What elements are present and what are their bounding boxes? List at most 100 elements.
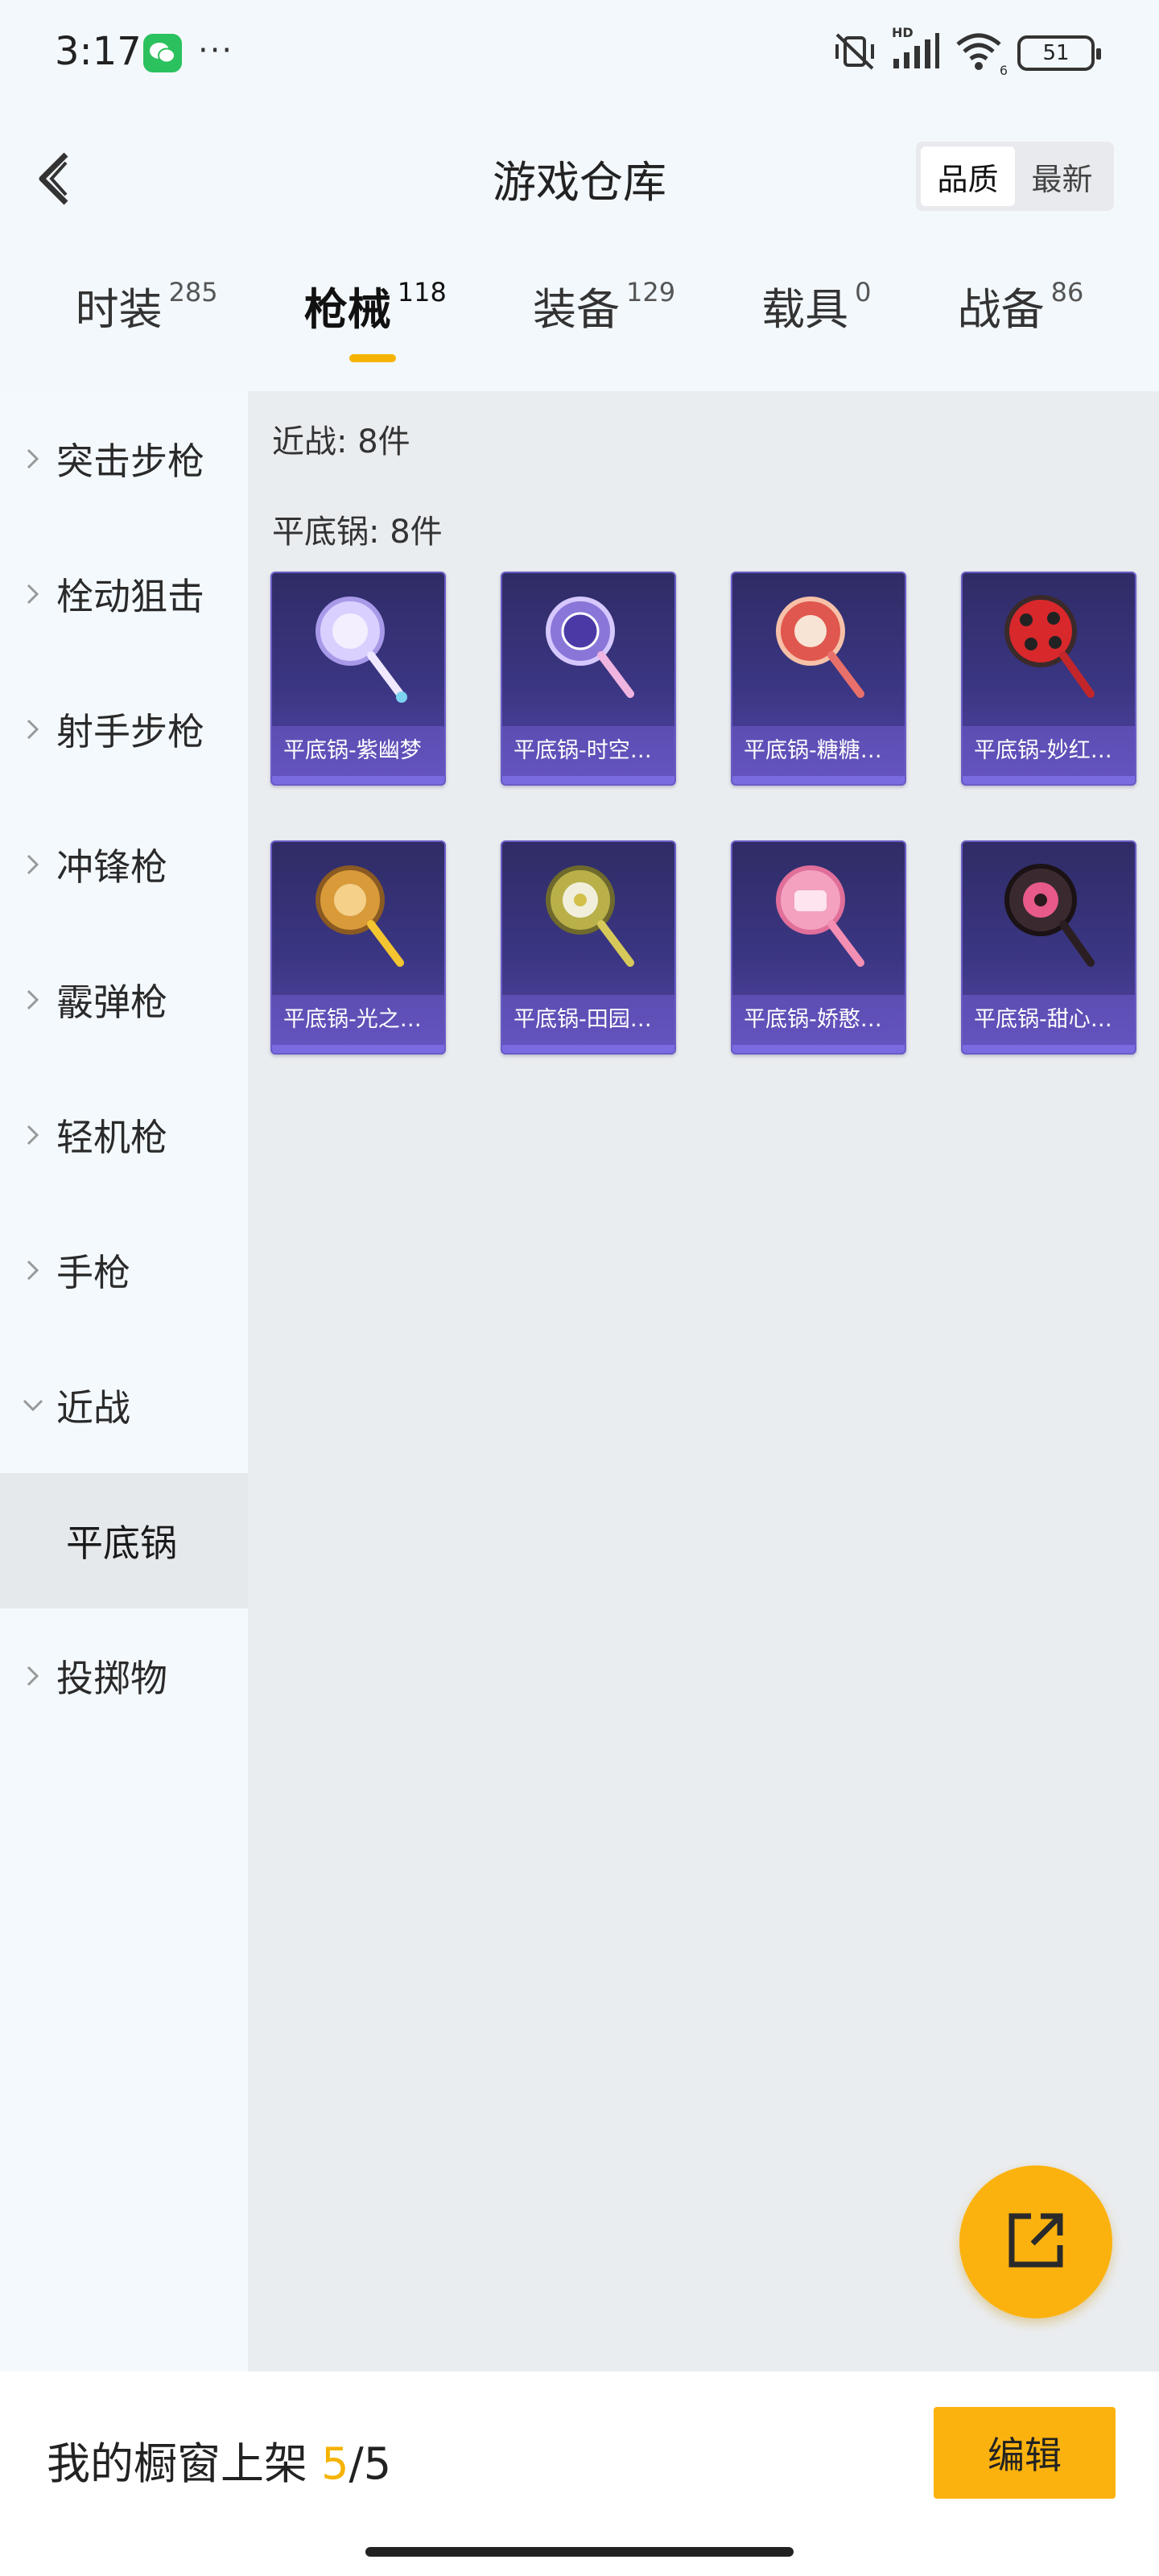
sidebar-subitem-frying-pan[interactable]: 平底锅 bbox=[0, 1473, 248, 1608]
chevron-right-icon bbox=[21, 717, 45, 741]
chevron-right-icon bbox=[21, 1258, 45, 1282]
subcategory-count-label: 平底锅: 8件 bbox=[272, 514, 443, 551]
showcase-current-count: 5 bbox=[321, 2438, 349, 2489]
tab-label: 装备 bbox=[532, 284, 620, 335]
card-rarity-bar bbox=[732, 1045, 905, 1053]
sidebar-item-melee[interactable]: 近战 bbox=[0, 1338, 248, 1473]
sidebar-item-lmg[interactable]: 轻机枪 bbox=[0, 1067, 248, 1203]
chevron-down-icon bbox=[21, 1398, 45, 1413]
wifi-sub-label: 6 bbox=[999, 63, 1008, 78]
sidebar-item-label: 突击步枪 bbox=[56, 440, 204, 483]
sidebar-item-label: 近战 bbox=[56, 1386, 130, 1430]
item-card[interactable]: 平底锅-甜心… bbox=[961, 840, 1136, 1055]
showcase-status: 我的橱窗上架 5/5 bbox=[47, 2428, 391, 2491]
sidebar-item-assault-rifle[interactable]: 突击步枪 bbox=[0, 391, 248, 526]
edit-button[interactable]: 编辑 bbox=[934, 2407, 1116, 2499]
chevron-right-icon bbox=[21, 582, 45, 606]
sort-toggle: 品质 最新 bbox=[916, 142, 1114, 211]
header: 游戏仓库 品质 最新 bbox=[0, 129, 1159, 225]
share-fab-button[interactable] bbox=[959, 2165, 1112, 2318]
external-link-icon bbox=[1004, 2208, 1068, 2276]
tab-label: 时装 bbox=[75, 284, 163, 335]
sidebar-item-throwables[interactable]: 投掷物 bbox=[0, 1608, 248, 1744]
sidebar-item-shotgun[interactable]: 霰弹枪 bbox=[0, 932, 248, 1067]
item-name: 平底锅-时空… bbox=[502, 726, 674, 776]
tab-label: 战备 bbox=[957, 284, 1045, 335]
mute-vibrate-icon bbox=[832, 31, 877, 75]
item-name: 平底锅-紫幽梦 bbox=[272, 726, 444, 776]
chevron-right-icon bbox=[21, 1123, 45, 1147]
pastoral-pan-icon bbox=[546, 865, 634, 967]
status-bar: 3:17 ··· HD 6 51 bbox=[0, 0, 1159, 105]
sort-latest-button[interactable]: 最新 bbox=[1015, 147, 1109, 206]
status-time: 3:17 bbox=[55, 29, 142, 74]
active-tab-indicator bbox=[349, 354, 396, 362]
sidebar-item-label: 冲锋枪 bbox=[56, 845, 167, 889]
battery-level: 51 bbox=[1042, 41, 1070, 65]
signal-icon: HD bbox=[892, 25, 940, 75]
spacetime-pan-icon bbox=[546, 597, 634, 698]
tab-vehicles[interactable]: 载具 0 bbox=[761, 274, 871, 362]
chevron-right-icon bbox=[21, 1664, 45, 1688]
card-rarity-bar bbox=[963, 776, 1135, 784]
category-count-label: 近战: 8件 bbox=[272, 423, 410, 460]
sidebar-item-pistol[interactable]: 手枪 bbox=[0, 1203, 248, 1338]
home-indicator[interactable] bbox=[365, 2547, 794, 2557]
sidebar-item-smg[interactable]: 冲锋枪 bbox=[0, 797, 248, 932]
sort-quality-button[interactable]: 品质 bbox=[921, 147, 1015, 206]
ladybug-pan-icon bbox=[1004, 595, 1095, 698]
item-name: 平底锅-糖糖… bbox=[732, 726, 905, 776]
bottom-bar: 我的橱窗上架 5/5 编辑 bbox=[0, 2372, 1159, 2576]
item-card[interactable]: 平底锅-光之… bbox=[270, 840, 446, 1055]
item-name: 平底锅-娇憨… bbox=[732, 995, 905, 1045]
card-rarity-bar bbox=[502, 1045, 674, 1053]
sweetheart-pan-icon bbox=[1004, 864, 1095, 967]
item-grid-panel: 近战: 8件 平底锅: 8件 平底锅-紫幽梦 平底锅-时空… 平底锅-糖糖… 平… bbox=[248, 391, 1159, 2372]
wechat-icon bbox=[143, 34, 182, 72]
sidebar-item-label: 霰弹枪 bbox=[56, 980, 167, 1024]
candy-pan-icon bbox=[776, 597, 864, 698]
tab-label: 载具 bbox=[761, 284, 849, 335]
card-rarity-bar bbox=[502, 776, 674, 784]
tab-fashion[interactable]: 时装 285 bbox=[76, 274, 218, 362]
tab-equipment[interactable]: 装备 129 bbox=[533, 274, 675, 362]
showcase-label: 我的橱窗上架 bbox=[47, 2438, 322, 2489]
sidebar-subitem-label: 平底锅 bbox=[66, 1521, 177, 1565]
item-card[interactable]: 平底锅-妙红… bbox=[961, 572, 1136, 786]
wifi-icon: 6 bbox=[955, 31, 1008, 78]
tab-count: 0 bbox=[855, 277, 872, 308]
tab-supplies[interactable]: 战备 86 bbox=[958, 274, 1084, 362]
card-rarity-bar bbox=[963, 1045, 1135, 1053]
tab-guns[interactable]: 枪械 118 bbox=[304, 274, 447, 362]
sidebar: 突击步枪 栓动狙击 射手步枪 冲锋枪 霰弹枪 轻机枪 手枪 近战 平底锅 投掷物 bbox=[0, 391, 248, 2372]
card-rarity-bar bbox=[272, 1045, 444, 1053]
item-name: 平底锅-田园… bbox=[502, 995, 674, 1045]
item-name: 平底锅-甜心… bbox=[963, 995, 1135, 1045]
sidebar-item-label: 栓动狙击 bbox=[56, 575, 204, 618]
item-card[interactable]: 平底锅-田园… bbox=[501, 840, 676, 1055]
sidebar-item-marksman-rifle[interactable]: 射手步枪 bbox=[0, 662, 248, 797]
item-card[interactable]: 平底锅-时空… bbox=[501, 572, 676, 786]
showcase-total-count: /5 bbox=[349, 2438, 392, 2489]
cute-pan-icon bbox=[776, 865, 864, 967]
item-name: 平底锅-妙红… bbox=[963, 726, 1135, 776]
sidebar-item-label: 轻机枪 bbox=[56, 1116, 167, 1159]
tab-count: 129 bbox=[625, 277, 676, 308]
item-card[interactable]: 平底锅-娇憨… bbox=[731, 840, 906, 1055]
sidebar-item-bolt-sniper[interactable]: 栓动狙击 bbox=[0, 526, 248, 662]
sidebar-item-label: 手枪 bbox=[56, 1251, 130, 1294]
sidebar-item-label: 射手步枪 bbox=[56, 710, 204, 753]
purple-dream-pan-icon bbox=[316, 597, 407, 703]
tab-count: 118 bbox=[397, 277, 447, 308]
hd-label: HD bbox=[892, 25, 914, 40]
item-card[interactable]: 平底锅-糖糖… bbox=[731, 572, 906, 786]
light-pan-icon bbox=[316, 865, 404, 967]
chevron-right-icon bbox=[21, 447, 45, 471]
card-rarity-bar bbox=[272, 776, 444, 784]
item-card[interactable]: 平底锅-紫幽梦 bbox=[270, 572, 446, 786]
chevron-right-icon bbox=[21, 852, 45, 877]
category-tabs: 时装 285 枪械 118 装备 129 载具 0 战备 86 bbox=[0, 274, 1159, 378]
tab-label: 枪械 bbox=[303, 284, 391, 335]
tab-count: 86 bbox=[1050, 277, 1084, 308]
card-rarity-bar bbox=[732, 776, 905, 784]
